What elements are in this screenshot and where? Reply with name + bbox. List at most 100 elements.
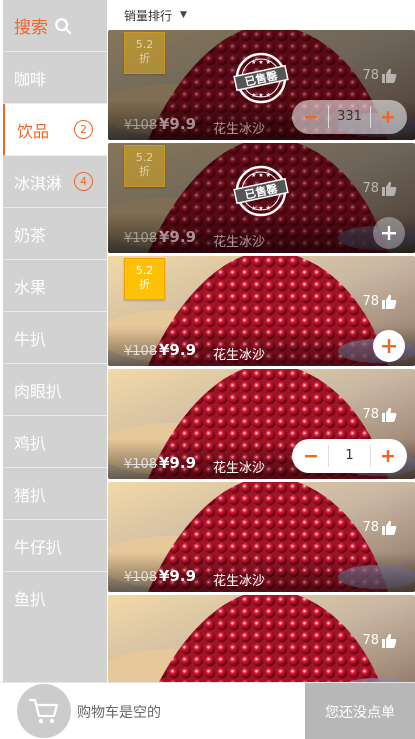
sidebar-item-cowboy-steak[interactable]: 牛仔扒 (3, 520, 107, 572)
minus-button[interactable] (300, 106, 322, 128)
checkout-button[interactable]: 您还没点单 (305, 683, 415, 739)
minus-icon (305, 455, 317, 458)
sort-label: 销量排行 (124, 8, 173, 23)
sidebar-item-drinks[interactable]: 饮品 2 (3, 104, 107, 156)
product-name: 花生冰沙 (213, 348, 266, 363)
discount-badge: 5.2 折 (124, 258, 165, 300)
sidebar-item-icecream[interactable]: 冰淇淋 4 (3, 156, 107, 208)
search-icon (55, 17, 72, 34)
add-to-cart-button[interactable] (373, 330, 405, 362)
sidebar-item-label: 冰淇淋 (14, 173, 63, 193)
discount-badge: 5.2 折 (124, 32, 165, 74)
discount-text: 5.2 折 (135, 38, 154, 65)
product-name: 花生冰沙 (213, 574, 266, 589)
quantity-stepper[interactable]: 331 (292, 100, 407, 134)
sidebar-item-label: 咖啡 (14, 69, 47, 89)
plus-icon (382, 450, 394, 462)
sort-dropdown[interactable]: 销量排行 ▼ (108, 0, 415, 30)
product-card[interactable]: 5.2 折 已售罄 ★ ★ ★ ★ ★ ★ 78 ¥108 ¥9.9 花生冰沙 (108, 143, 415, 253)
product-card[interactable]: 78 (108, 595, 415, 682)
sidebar-item-coffee[interactable]: 咖啡 (3, 52, 107, 104)
original-price: ¥108 (124, 457, 158, 472)
sale-price: ¥9.9 (159, 341, 197, 359)
shopping-cart-icon (29, 698, 59, 724)
likes-text: 78 (362, 181, 379, 196)
likes-count: 78 (362, 181, 397, 196)
product-name: 花生冰沙 (213, 235, 266, 250)
product-list: 5.2 折 已售罄 ★ ★ ★ ★ ★ ★ 78 ¥108 ¥9.9 花生冰沙 … (108, 30, 415, 682)
svg-text:★ ★ ★: ★ ★ ★ (251, 172, 271, 179)
original-price: ¥108 (124, 344, 158, 359)
discount-text: 5.2 折 (135, 264, 154, 291)
product-card[interactable]: 5.2 折 78 ¥108 ¥9.9 花生冰沙 (108, 256, 415, 366)
sidebar-item-label: 奶茶 (14, 225, 47, 245)
likes-text: 78 (362, 633, 379, 648)
discount-text: 5.2 折 (135, 151, 154, 178)
original-price: ¥108 (124, 118, 158, 133)
likes-count: 78 (362, 520, 397, 535)
sidebar-search[interactable]: 搜索 (3, 0, 107, 52)
likes-text: 78 (362, 407, 379, 422)
svg-text:★ ★ ★: ★ ★ ★ (251, 92, 271, 99)
sidebar-item-pork-chop[interactable]: 猪扒 (3, 468, 107, 520)
product-card[interactable]: 5.2 折 已售罄 ★ ★ ★ ★ ★ ★ 78 ¥108 ¥9.9 花生冰沙 … (108, 30, 415, 140)
likes-count: 78 (362, 407, 397, 422)
sidebar-item-ribeye[interactable]: 肉眼扒 (3, 364, 107, 416)
quantity-value: 331 (328, 106, 371, 128)
plus-button[interactable] (377, 445, 399, 467)
thumbs-up-icon (382, 68, 397, 83)
sidebar-item-label: 鸡扒 (14, 433, 47, 453)
original-price: ¥108 (124, 231, 158, 246)
likes-count: 78 (362, 294, 397, 309)
cart-empty-text: 购物车是空的 (77, 705, 161, 721)
quantity-value: 1 (328, 445, 371, 467)
svg-text:★ ★ ★: ★ ★ ★ (251, 205, 271, 212)
sidebar-item-label: 水果 (14, 277, 47, 297)
discount-badge: 5.2 折 (124, 145, 165, 187)
original-price: ¥108 (124, 570, 158, 585)
category-sidebar: 搜索 咖啡 饮品 2 冰淇淋 4 奶茶 水果 牛扒 肉眼扒 鸡扒 猪扒 牛仔扒 鱼扒 (3, 0, 107, 682)
sale-price: ¥9.9 (159, 115, 197, 133)
cart-bar: 购物车是空的 您还没点单 (0, 682, 415, 739)
plus-icon (382, 226, 396, 240)
search-label: 搜索 (14, 18, 48, 38)
caret-down-icon: ▼ (180, 10, 187, 20)
quantity-stepper[interactable]: 1 (292, 439, 407, 473)
sale-price: ¥9.9 (159, 228, 197, 246)
sidebar-item-fruit[interactable]: 水果 (3, 260, 107, 312)
sidebar-item-beef-steak[interactable]: 牛扒 (3, 312, 107, 364)
sidebar-item-label: 饮品 (17, 121, 50, 141)
sold-out-stamp: 已售罄 ★ ★ ★ ★ ★ ★ (233, 165, 289, 217)
count-badge: 4 (74, 172, 93, 191)
count-badge: 2 (74, 120, 93, 139)
product-card[interactable]: 78 ¥108 ¥9.9 花生冰沙 1 (108, 369, 415, 479)
minus-icon (305, 116, 317, 119)
sidebar-item-chicken-steak[interactable]: 鸡扒 (3, 416, 107, 468)
thumbs-up-icon (382, 294, 397, 309)
product-card[interactable]: 78 ¥108 ¥9.9 花生冰沙 (108, 482, 415, 592)
cart-button[interactable] (17, 684, 71, 738)
add-to-cart-button[interactable] (373, 217, 405, 249)
plus-button[interactable] (377, 106, 399, 128)
sale-price: ¥9.9 (159, 454, 197, 472)
thumbs-up-icon (382, 181, 397, 196)
sidebar-item-label: 猪扒 (14, 485, 47, 505)
sold-out-stamp: 已售罄 ★ ★ ★ ★ ★ ★ (233, 52, 289, 104)
thumbs-up-icon (382, 407, 397, 422)
product-name: 花生冰沙 (213, 461, 266, 476)
sidebar-item-fish-steak[interactable]: 鱼扒 (3, 572, 107, 624)
likes-count: 78 (362, 68, 397, 83)
product-name: 花生冰沙 (213, 122, 266, 137)
svg-text:★ ★ ★: ★ ★ ★ (251, 59, 271, 66)
plus-icon (382, 111, 394, 123)
sidebar-item-milktea[interactable]: 奶茶 (3, 208, 107, 260)
sidebar-item-label: 肉眼扒 (14, 381, 63, 401)
likes-text: 78 (362, 68, 379, 83)
thumbs-up-icon (382, 520, 397, 535)
thumbs-up-icon (382, 633, 397, 648)
likes-text: 78 (362, 294, 379, 309)
sidebar-item-label: 牛仔扒 (14, 537, 63, 557)
checkout-label: 您还没点单 (325, 704, 395, 721)
likes-count: 78 (362, 633, 397, 648)
minus-button[interactable] (300, 445, 322, 467)
